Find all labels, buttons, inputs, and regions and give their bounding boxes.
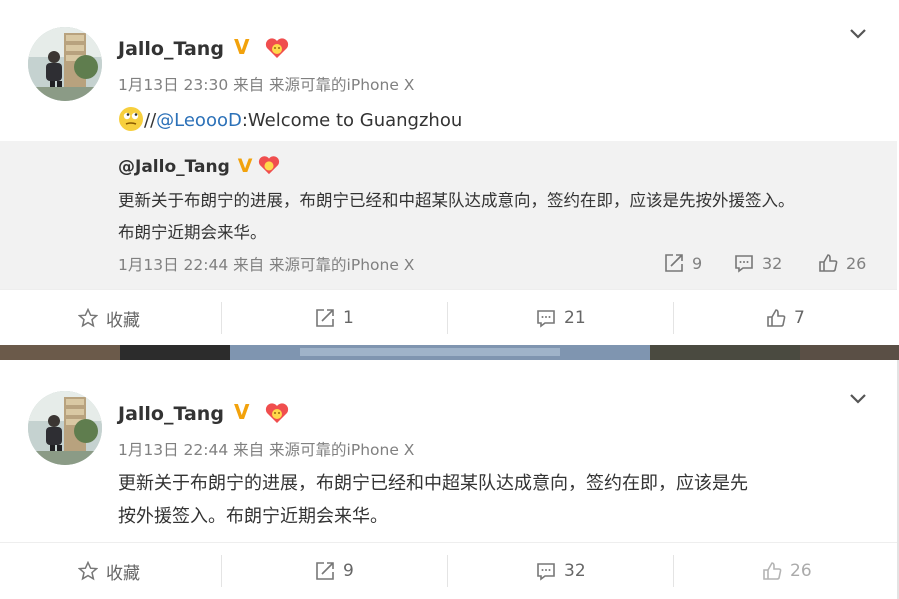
repost-icon [316,562,334,580]
like-button[interactable]: 26 [762,543,812,599]
action-bar: 收藏 9 32 26 [0,542,897,598]
repost-button[interactable]: 9 [315,543,354,599]
avatar[interactable] [28,27,102,101]
favorite-button[interactable]: 收藏 [78,543,140,599]
comment-icon [537,563,555,581]
comment-button[interactable]: 32 [536,543,586,599]
verified-badge-icon: V [237,155,253,177]
comment-icon [735,255,753,273]
post-text: //@LeoooD:Welcome to Guangzhou [118,106,462,132]
background-photo-strip [0,345,899,360]
star-icon [78,308,98,328]
reposted-text-line: 更新关于布朗宁的进展，布朗宁已经和中超某队达成意向，签约在即，应该是先按外援签入… [118,191,795,210]
avatar[interactable] [28,391,102,465]
heart-badge-icon [265,38,289,58]
thumbs-up-icon [767,309,786,327]
repost-icon [316,309,334,327]
reposted-comment-count[interactable]: 32 [734,253,782,273]
heart-badge-icon [265,403,289,423]
weibo-card-original: Jallo_Tang V 1月13日 22:44 来自 来源可靠的iPhone … [0,360,897,599]
comment-button[interactable]: 21 [536,290,586,346]
repost-button[interactable]: 1 [315,290,354,346]
post-text-line: 更新关于布朗宁的进展，布朗宁已经和中超某队达成意向，签约在即，应该是先 [118,473,748,494]
post-text-line: 按外援签入。布朗宁近期会来华。 [118,506,388,527]
weibo-card-repost: Jallo_Tang V 1月13日 23:30 来自 来源可靠的iPhone … [0,0,897,345]
verified-badge-icon: V [234,35,250,59]
post-text-prefix: // [144,110,157,131]
username[interactable]: Jallo_Tang [118,38,224,60]
heart-badge-icon [259,156,280,175]
favorite-button[interactable]: 收藏 [78,290,140,346]
thumbs-up-icon [763,562,782,580]
thumbs-up-icon [819,254,838,272]
star-icon [78,561,98,581]
reposted-meta: 1月13日 22:44 来自 来源可靠的iPhone X [118,256,415,274]
reposted-text-line: 布朗宁近期会来华。 [118,223,267,242]
repost-icon [665,254,683,272]
reposted-weibo[interactable]: @Jallo_Tang V 更新关于布朗宁的进展，布朗宁已经和中超某队达成意向，… [0,141,897,289]
post-meta: 1月13日 23:30 来自 来源可靠的iPhone X [118,76,415,94]
post-text-body: :Welcome to Guangzhou [241,110,463,131]
mention-link[interactable]: @LeoooD [156,110,242,131]
reposted-like-count[interactable]: 26 [818,253,866,273]
reposted-username[interactable]: @Jallo_Tang V [118,155,280,177]
reposted-repost-count[interactable]: 9 [664,253,702,273]
comment-icon [537,310,555,328]
username[interactable]: Jallo_Tang [118,403,224,425]
like-button[interactable]: 7 [766,290,805,346]
post-meta: 1月13日 22:44 来自 来源可靠的iPhone X [118,441,415,459]
rolling-eyes-emoji-icon [119,107,143,131]
chevron-down-icon[interactable] [849,393,867,405]
verified-badge-icon: V [234,400,250,424]
action-bar: 收藏 1 21 7 [0,289,897,345]
chevron-down-icon[interactable] [849,28,867,40]
